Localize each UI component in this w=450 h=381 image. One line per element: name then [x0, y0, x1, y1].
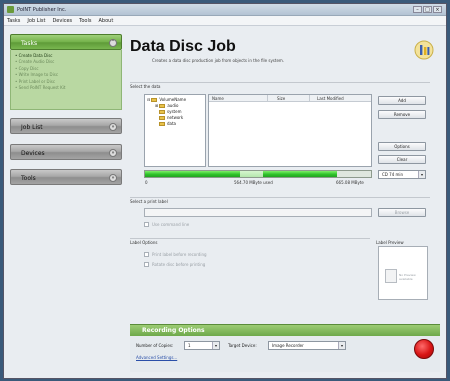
target-device-select[interactable]: Image Recorder ▾	[268, 341, 346, 350]
folder-icon	[159, 116, 165, 120]
chevron-down-icon[interactable]: »	[109, 123, 117, 131]
sidebar-section-label: Job List	[21, 124, 43, 131]
media-select-value: CD 74 min	[382, 172, 404, 177]
close-icon[interactable]: ×	[433, 6, 442, 13]
label-preview-heading: Label Preview	[376, 240, 404, 245]
chevron-down-icon[interactable]: »	[109, 149, 117, 157]
menu-bar: Tasks Job List Devices Tools About	[4, 16, 446, 26]
preview-text: No Preview available	[399, 273, 416, 281]
checkbox-box[interactable]	[144, 262, 149, 267]
sidebar-section-devices[interactable]: Devices »	[10, 144, 122, 160]
capacity-bar	[144, 170, 372, 178]
checkbox-box[interactable]	[144, 222, 149, 227]
copies-label: Number of Copies:	[136, 343, 174, 348]
chevron-down-icon[interactable]: ▾	[418, 171, 425, 178]
window-title: PoINT Publisher Inc.	[17, 7, 67, 13]
capacity-total: 665.08 MByte	[336, 180, 364, 185]
menu-job-list[interactable]: Job List	[27, 18, 45, 24]
menu-about[interactable]: About	[99, 18, 114, 24]
file-list[interactable]: Name Size Last Modified	[208, 94, 372, 167]
chevron-down-icon[interactable]: ▾	[212, 342, 219, 349]
checkbox-box[interactable]	[144, 252, 149, 257]
recording-options-header: Recording Options	[130, 324, 440, 336]
main-panel: Data Disc Job Creates a data disc produc…	[126, 34, 444, 374]
folder-icon	[159, 110, 165, 114]
record-button[interactable]	[414, 339, 434, 359]
capacity-used: 564.70 MByte used	[234, 180, 273, 185]
task-list: • Create Data Disc • Create Audio Disc •…	[10, 50, 122, 110]
sidebar-section-job-list[interactable]: Job List »	[10, 118, 122, 134]
app-window: PoINT Publisher Inc. – □ × Tasks Job Lis…	[3, 3, 447, 379]
sidebar-section-tools[interactable]: Tools »	[10, 169, 122, 185]
sidebar-section-tasks[interactable]: Tasks ˄	[10, 34, 122, 50]
target-device-label: Target Device:	[228, 343, 257, 348]
label-preview-box: No Preview available	[378, 246, 428, 300]
print-label-section: Select a print label	[130, 199, 168, 204]
chevron-down-icon[interactable]: »	[109, 174, 117, 182]
folder-icon	[159, 122, 165, 126]
column-name[interactable]: Name	[212, 96, 224, 101]
recording-options-title: Recording Options	[142, 327, 205, 334]
label-file-input[interactable]	[144, 208, 372, 217]
print-before-recording-checkbox[interactable]: Print label before recording	[144, 252, 207, 257]
sidebar-section-label: Tools	[21, 175, 36, 182]
tree-folder-data[interactable]: data	[147, 121, 203, 127]
sidebar-section-label: Tasks	[21, 40, 38, 47]
column-size[interactable]: Size	[277, 96, 285, 101]
copies-value: 1	[188, 343, 191, 348]
minimize-icon[interactable]: –	[413, 6, 422, 13]
page-title: Data Disc Job	[130, 38, 236, 55]
chevron-up-icon[interactable]: ˄	[109, 39, 117, 47]
app-icon	[7, 6, 14, 13]
label-options-heading: Label Options	[130, 240, 158, 245]
sidebar-section-label: Devices	[21, 150, 45, 157]
remove-button[interactable]: Remove	[378, 110, 426, 119]
divider	[130, 82, 430, 83]
maximize-icon[interactable]: □	[423, 6, 432, 13]
divider	[130, 197, 430, 198]
media-select[interactable]: CD 74 min ▾	[378, 170, 426, 179]
sidebar: Tasks ˄ • Create Data Disc • Create Audi…	[10, 34, 122, 374]
use-command-line-checkbox[interactable]: Use command line	[144, 222, 189, 227]
capacity-highlight	[239, 171, 263, 177]
copies-stepper[interactable]: 1 ▾	[184, 341, 220, 350]
disc-icon	[385, 269, 397, 283]
folder-icon	[159, 104, 166, 108]
divider	[130, 238, 370, 239]
add-button[interactable]: Add	[378, 96, 426, 105]
target-device-value: Image Recorder	[272, 343, 304, 348]
select-data-label: Select the data	[130, 84, 161, 89]
menu-tools[interactable]: Tools	[79, 18, 91, 24]
task-item-request-kit[interactable]: • Send PoINT Request Kit	[15, 85, 117, 91]
point-logo-icon	[414, 40, 434, 60]
browse-button[interactable]: Browse	[378, 208, 426, 217]
title-bar: PoINT Publisher Inc. – □ ×	[4, 4, 446, 16]
column-last-modified[interactable]: Last Modified	[317, 96, 344, 101]
file-list-header: Name Size Last Modified	[209, 95, 371, 102]
options-button[interactable]: Options	[378, 142, 426, 151]
menu-devices[interactable]: Devices	[52, 18, 72, 24]
capacity-start: 0	[145, 180, 148, 185]
rotate-before-printing-checkbox[interactable]: Rotate disc before printing	[144, 262, 205, 267]
menu-tasks[interactable]: Tasks	[7, 18, 20, 24]
folder-tree[interactable]: ⊟ VolumeName ⊞ audio system network data	[144, 94, 206, 167]
chevron-down-icon[interactable]: ▾	[338, 342, 345, 349]
clear-button[interactable]: Clear	[378, 155, 426, 164]
advanced-settings-link[interactable]: Advanced Settings...	[136, 355, 177, 360]
page-description: Creates a data disc production job from …	[152, 58, 285, 63]
